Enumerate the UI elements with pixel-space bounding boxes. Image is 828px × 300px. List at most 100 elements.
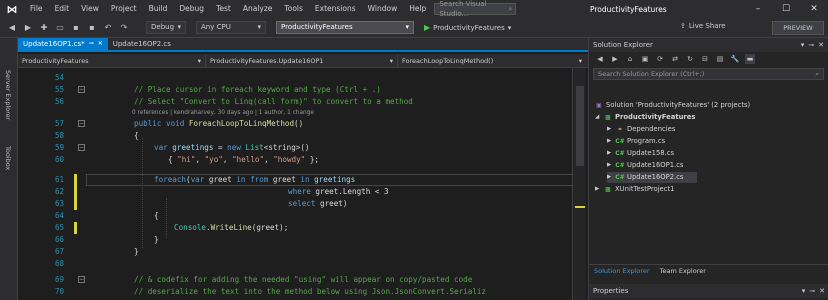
menu-analyze[interactable]: Analyze <box>237 0 279 18</box>
solution-icon: ▣ <box>596 102 602 109</box>
editor-vertical-scrollbar[interactable] <box>572 68 586 300</box>
play-icon: ▶ <box>424 23 431 32</box>
configuration-dropdown[interactable]: Debug ▾ <box>146 21 186 34</box>
tree-item-dependencies[interactable]: ▶ ⚭ Dependencies <box>607 124 675 135</box>
switch-views-icon[interactable]: ▣ <box>640 54 650 64</box>
tab-update16op2[interactable]: Update16OP2.cs <box>108 38 176 50</box>
run-button[interactable]: ▶ ProductivityFeatures ▾ <box>424 21 511 34</box>
startup-project-dropdown[interactable]: ProductivityFeatures ▾ <box>276 21 414 34</box>
expand-icon[interactable]: ▶ <box>607 148 613 159</box>
chevron-down-icon: ▾ <box>578 56 582 65</box>
collapse-icon[interactable]: − <box>78 120 85 127</box>
server-explorer-tab[interactable]: Server Explorer <box>4 70 12 120</box>
method-signature: public void ForeachLoopToLinqMethod() <box>134 119 304 128</box>
code-statement: var greetings = new List<string>() <box>154 143 310 152</box>
tree-item-file-selected[interactable]: ▶ C# Update16OP2.cs <box>607 172 697 183</box>
forward-icon[interactable]: ▶ <box>22 22 34 34</box>
minimize-icon[interactable]: – <box>744 0 772 18</box>
menu-test[interactable]: Test <box>210 0 237 18</box>
collapse-all-icon[interactable]: ⊟ <box>700 54 710 64</box>
undo-icon[interactable]: ↶ <box>102 22 114 34</box>
show-all-files-icon[interactable]: ▤ <box>715 54 725 64</box>
tree-item-file[interactable]: ▶ C# Program.cs <box>607 136 665 147</box>
collapse-icon[interactable]: − <box>78 86 85 93</box>
pin-icon[interactable]: ⊸ <box>809 287 815 295</box>
live-share-button[interactable]: ⇪ Live Share <box>680 22 726 30</box>
expand-icon[interactable]: ▶ <box>607 160 613 171</box>
code-comment: // & codefix for adding the needed "usin… <box>134 275 473 284</box>
scrollbar-thumb[interactable] <box>576 86 584 166</box>
close-icon[interactable]: ✕ <box>98 38 103 50</box>
class-nav-dropdown[interactable]: ProductivityFeatures.Update16OP1 ▾ <box>206 54 398 67</box>
tree-item-project[interactable]: ◢ ▩ ProductivityFeatures <box>595 112 695 123</box>
menu-debug[interactable]: Debug <box>173 0 210 18</box>
dropdown-icon[interactable]: ▾ <box>801 41 805 49</box>
pin-icon[interactable]: ⊸ <box>89 38 94 50</box>
preview-badge: PREVIEW <box>772 21 824 35</box>
back-icon[interactable]: ◀ <box>595 54 605 64</box>
dependencies-icon: ⚭ <box>617 126 623 133</box>
close-icon[interactable]: ✕ <box>819 287 825 295</box>
save-icon[interactable]: ▪ <box>70 22 82 34</box>
sync-icon[interactable]: ⇄ <box>670 54 680 64</box>
solution-panel-tabs: Solution Explorer Team Explorer <box>589 264 828 276</box>
expand-icon[interactable]: ▶ <box>595 184 601 195</box>
tab-solution-explorer[interactable]: Solution Explorer <box>589 267 655 275</box>
collapse-icon[interactable]: − <box>78 144 85 151</box>
scrollbar-change-marker <box>575 206 585 208</box>
tree-item-file[interactable]: ▶ C# Update16OP1.cs <box>607 160 683 171</box>
save-all-icon[interactable]: ▪ <box>86 22 98 34</box>
maximize-icon[interactable]: ☐ <box>772 0 800 18</box>
code-line: 64 { <box>18 210 588 222</box>
menu-view[interactable]: View <box>75 0 105 18</box>
menu-tools[interactable]: Tools <box>278 0 308 18</box>
project-nav-dropdown[interactable]: ProductivityFeatures ▾ <box>18 54 206 67</box>
new-item-icon[interactable]: ✚ <box>38 22 50 34</box>
close-icon[interactable]: ✕ <box>818 41 824 49</box>
line-number: 65 <box>54 223 64 232</box>
menu-build[interactable]: Build <box>143 0 174 18</box>
redo-icon[interactable]: ↷ <box>118 22 130 34</box>
pin-icon[interactable]: ⊸ <box>808 41 814 49</box>
solution-search-input[interactable]: Search Solution Explorer (Ctrl+;) ⌕ <box>593 68 824 80</box>
tab-update16op1[interactable]: Update16OP1.cs* ⊸ ✕ <box>18 38 108 50</box>
expand-icon[interactable]: ▶ <box>607 172 613 183</box>
code-line: 58 { <box>18 130 588 142</box>
menu-help[interactable]: Help <box>403 0 432 18</box>
expand-icon[interactable]: ▶ <box>607 136 613 147</box>
refresh-icon[interactable]: ↻ <box>685 54 695 64</box>
member-nav-dropdown[interactable]: ForeachLoopToLinqMethod() ▾ <box>398 55 586 67</box>
menu-window[interactable]: Window <box>362 0 404 18</box>
search-input[interactable]: Search Visual Studio... ⌕ <box>434 0 517 18</box>
search-icon: ⌕ <box>508 5 513 13</box>
forward-icon[interactable]: ▶ <box>610 54 620 64</box>
cs-file-icon: C# <box>615 150 625 157</box>
tab-team-explorer[interactable]: Team Explorer <box>655 267 711 275</box>
menu-edit[interactable]: Edit <box>49 0 76 18</box>
close-icon[interactable]: ✕ <box>800 0 828 18</box>
startup-project-value: ProductivityFeatures <box>281 23 353 31</box>
properties-icon[interactable]: 🔧 <box>730 54 740 64</box>
back-icon[interactable]: ◀ <box>6 22 18 34</box>
menu-project[interactable]: Project <box>105 0 143 18</box>
open-folder-icon[interactable]: ▭ <box>54 22 66 34</box>
tree-item-file[interactable]: ▶ C# Update158.cs <box>607 148 674 159</box>
collapse-icon[interactable]: − <box>78 276 85 283</box>
tree-item-solution[interactable]: ▣ Solution 'ProductivityFeatures' (2 pro… <box>595 100 750 111</box>
codelens-info[interactable]: 0 references | kendraharvey, 30 days ago… <box>132 109 314 118</box>
menu-extensions[interactable]: Extensions <box>309 0 362 18</box>
platform-dropdown[interactable]: Any CPU ▾ <box>196 21 266 34</box>
home-icon[interactable]: ⌂ <box>625 54 635 64</box>
preview-selected-icon[interactable]: ▬ <box>745 54 755 64</box>
code-statement: { "hi", "yo", "hello", "howdy" }; <box>168 155 319 164</box>
code-editor[interactable]: 54 55 − // Place cursor in foreach keywo… <box>18 68 588 300</box>
dropdown-icon[interactable]: ▾ <box>802 287 806 295</box>
expand-icon[interactable]: ◢ <box>595 112 601 123</box>
code-line: 70 // deserialize the text into the meth… <box>18 286 588 298</box>
expand-icon[interactable]: ▶ <box>607 124 613 135</box>
line-number: 70 <box>54 287 64 296</box>
tree-item-test-project[interactable]: ▶ ▩ XUnitTestProject1 <box>595 184 674 195</box>
toolbox-tab[interactable]: Toolbox <box>4 146 12 170</box>
pending-changes-icon[interactable]: ⟳ <box>655 54 665 64</box>
menu-file[interactable]: File <box>24 0 49 18</box>
